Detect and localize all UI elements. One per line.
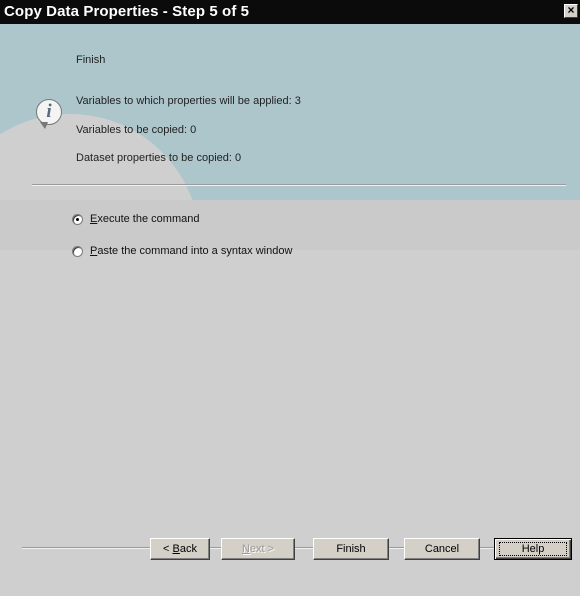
back-button[interactable]: < Back — [150, 538, 210, 560]
help-button[interactable]: Help — [494, 538, 572, 560]
summary-line-variables-applied: Variables to which properties will be ap… — [76, 95, 301, 107]
footer-divider — [22, 547, 570, 549]
title-bar[interactable]: Copy Data Properties - Step 5 of 5 × — [0, 0, 580, 24]
paste-radio[interactable] — [72, 245, 83, 257]
finish-button[interactable]: Finish — [313, 538, 389, 560]
summary-line-dataset-properties: Dataset properties to be copied: 0 — [76, 152, 242, 164]
header-divider — [32, 184, 566, 186]
step-heading: Finish — [76, 54, 106, 66]
dialog-window: Copy Data Properties - Step 5 of 5 × Fin… — [0, 0, 580, 596]
execute-label[interactable]: Execute the command — [90, 213, 199, 225]
dialog-content: Finish i Variables to which properties w… — [0, 24, 580, 596]
info-icon-tail — [40, 122, 48, 129]
paste-label[interactable]: Paste the command into a syntax window — [90, 245, 292, 257]
execute-radio[interactable] — [72, 213, 83, 225]
window-title: Copy Data Properties - Step 5 of 5 — [4, 3, 250, 20]
focus-rect — [499, 542, 567, 556]
cancel-button[interactable]: Cancel — [404, 538, 480, 560]
summary-line-variables-copied: Variables to be copied: 0 — [76, 124, 197, 136]
option-paste-command[interactable]: Paste the command into a syntax window — [72, 243, 292, 259]
option-execute-command[interactable]: Execute the command — [72, 211, 199, 227]
close-icon[interactable]: × — [564, 4, 578, 18]
next-button[interactable]: Next > — [221, 538, 295, 560]
